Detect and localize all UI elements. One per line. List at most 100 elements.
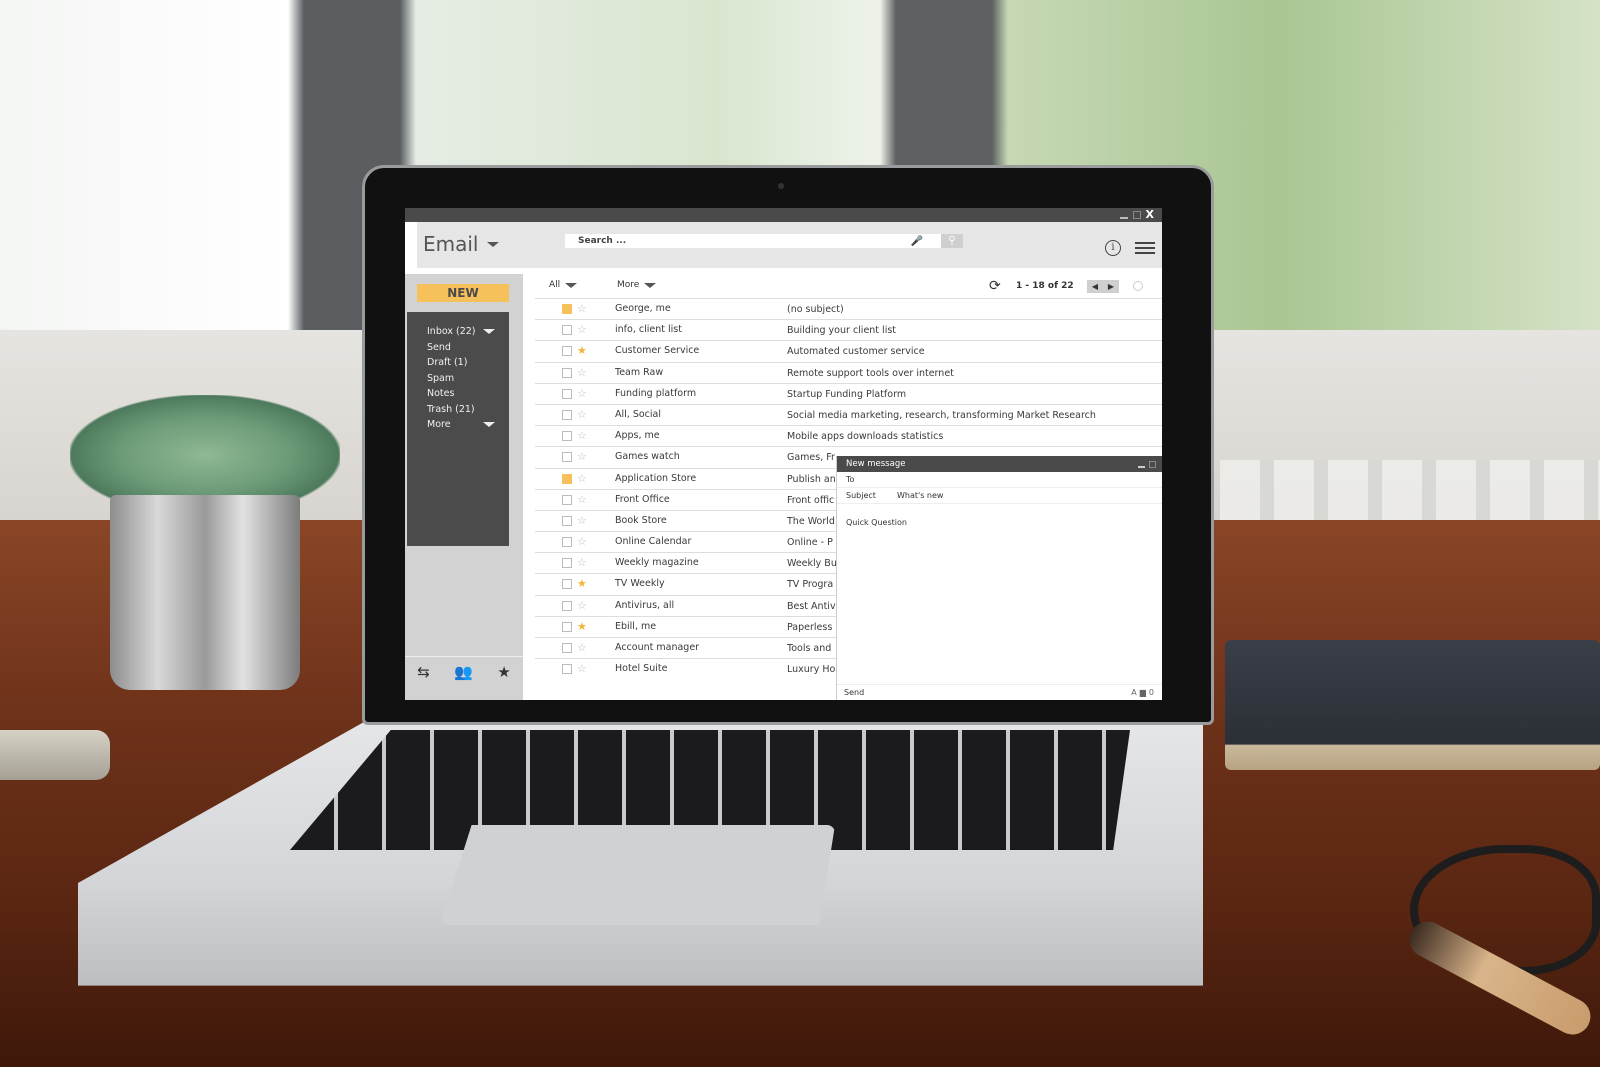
star-icon[interactable]: ☆ xyxy=(577,535,587,548)
row-checkbox[interactable] xyxy=(562,367,572,378)
star-icon[interactable]: ★ xyxy=(577,344,587,357)
star-icon[interactable]: ☆ xyxy=(577,387,587,400)
to-field[interactable]: To xyxy=(837,472,1162,488)
attachment-icon[interactable]: 0 xyxy=(1149,685,1154,700)
send-button[interactable]: Send xyxy=(844,688,864,697)
email-subject: Building your client list xyxy=(787,325,897,337)
chevron-down-icon[interactable] xyxy=(483,422,495,428)
star-icon[interactable]: ☆ xyxy=(577,493,587,506)
info-icon[interactable]: i xyxy=(1105,240,1121,256)
star-icon[interactable]: ☆ xyxy=(577,302,587,315)
star-icon[interactable]: ☆ xyxy=(577,408,587,421)
star-icon[interactable]: ☆ xyxy=(577,514,587,527)
email-subject: Remote support tools over internet xyxy=(787,367,954,379)
sidebar-item-spam[interactable]: Spam xyxy=(427,371,509,387)
email-sender: Ebill, me xyxy=(615,620,657,632)
email-sender: Antivirus, all xyxy=(615,599,675,611)
flag-marker[interactable] xyxy=(562,473,572,484)
row-checkbox[interactable] xyxy=(562,558,572,569)
minimize-icon[interactable] xyxy=(1138,465,1145,468)
star-icon[interactable]: ☆ xyxy=(577,323,587,336)
star-icon[interactable]: ☆ xyxy=(577,556,587,569)
email-sender: Customer Service xyxy=(615,345,700,357)
sidebar-item-draft[interactable]: Draft (1) xyxy=(427,355,509,371)
settings-toggle[interactable] xyxy=(1133,281,1143,291)
chevron-down-icon[interactable] xyxy=(483,329,495,335)
star-icon[interactable]: ☆ xyxy=(577,429,587,442)
next-page-icon[interactable]: ▶ xyxy=(1103,280,1119,293)
maximize-icon[interactable] xyxy=(1132,211,1141,219)
row-checkbox[interactable] xyxy=(562,388,572,399)
folder-list: Inbox (22) Send Draft (1) Spam Notes Tra… xyxy=(407,312,509,546)
email-sender: Funding platform xyxy=(615,387,697,399)
email-row[interactable]: ☆ Apps, me Mobile apps downloads statistic… xyxy=(535,425,1162,446)
text-format-icon[interactable]: A xyxy=(1131,685,1136,700)
email-sender: Hotel Suite xyxy=(615,663,668,675)
star-icon[interactable]: ★ xyxy=(577,577,587,590)
star-icon[interactable]: ★ xyxy=(497,663,510,681)
email-sender: George, me xyxy=(615,303,671,314)
row-checkbox[interactable] xyxy=(562,621,572,632)
flag-marker[interactable] xyxy=(562,304,572,314)
row-checkbox[interactable] xyxy=(562,325,572,336)
row-checkbox[interactable] xyxy=(562,664,572,675)
email-sender: Application Store xyxy=(615,472,697,484)
email-row[interactable]: ☆ Funding platform Startup Funding Platfor… xyxy=(535,382,1162,404)
email-subject: Mobile apps downloads statistics xyxy=(787,431,944,443)
star-icon[interactable]: ☆ xyxy=(577,599,587,612)
email-subject: (no subject) xyxy=(787,304,844,315)
select-all-dropdown[interactable]: All xyxy=(549,280,578,290)
row-checkbox[interactable] xyxy=(562,346,572,357)
email-row[interactable]: ☆ George, me (no subject) xyxy=(535,298,1162,319)
sidebar-item-more[interactable]: More xyxy=(427,417,509,433)
refresh-icon[interactable]: ⟳ xyxy=(989,278,1001,294)
maximize-icon[interactable] xyxy=(1149,460,1156,468)
email-row[interactable]: ☆ Team Raw Remote support tools over inter… xyxy=(535,361,1162,383)
hamburger-menu-icon[interactable] xyxy=(1135,242,1155,254)
message-body[interactable]: Quick Question xyxy=(837,504,1162,541)
previous-page-icon[interactable]: ◀ xyxy=(1087,280,1103,293)
row-checkbox[interactable] xyxy=(562,494,572,505)
app-title-menu[interactable]: Email xyxy=(423,232,499,256)
row-checkbox[interactable] xyxy=(562,515,572,526)
row-checkbox[interactable] xyxy=(562,537,572,548)
contacts-icon[interactable]: 👥 xyxy=(454,663,473,681)
microphone-icon[interactable]: 🎤 xyxy=(911,235,923,249)
email-row[interactable]: ★ Customer Service Automated customer serv… xyxy=(535,340,1162,361)
compose-header: New message xyxy=(837,456,1162,472)
insert-image-icon[interactable]: ▆ xyxy=(1140,685,1146,700)
sidebar-item-notes[interactable]: Notes xyxy=(427,386,509,402)
email-sender: TV Weekly xyxy=(615,578,665,590)
star-icon[interactable]: ☆ xyxy=(577,641,587,654)
row-checkbox[interactable] xyxy=(562,579,572,590)
email-sender: Online Calendar xyxy=(615,536,692,548)
row-checkbox[interactable] xyxy=(562,452,572,463)
row-checkbox[interactable] xyxy=(562,409,572,420)
app-title: Email xyxy=(423,232,479,256)
star-icon[interactable]: ☆ xyxy=(577,472,587,485)
star-icon[interactable]: ★ xyxy=(577,620,587,633)
swap-arrows-icon[interactable]: ⇆ xyxy=(417,663,430,681)
more-dropdown[interactable]: More xyxy=(617,280,657,290)
star-icon[interactable]: ☆ xyxy=(577,450,587,463)
email-sender: Games watch xyxy=(615,451,680,463)
spiral-notebook xyxy=(1225,640,1600,770)
email-sender: Apps, me xyxy=(615,430,660,442)
search-input[interactable]: Search ... 🎤 ⚲ xyxy=(565,234,963,248)
sidebar-item-send[interactable]: Send xyxy=(427,340,509,356)
sidebar-item-inbox[interactable]: Inbox (22) xyxy=(427,324,509,340)
email-row[interactable]: ☆ info, client list Building your client l… xyxy=(535,319,1162,340)
minimize-icon[interactable] xyxy=(1119,217,1128,219)
sidebar-footer: ⇆ 👥 ★ xyxy=(405,656,523,686)
star-icon[interactable]: ☆ xyxy=(577,662,587,675)
row-checkbox[interactable] xyxy=(562,600,572,611)
row-checkbox[interactable] xyxy=(562,431,572,442)
close-icon[interactable]: X xyxy=(1146,208,1154,222)
subject-field[interactable]: Subject What's new xyxy=(837,488,1162,504)
row-checkbox[interactable] xyxy=(562,643,572,653)
star-icon[interactable]: ☆ xyxy=(577,366,587,379)
search-button[interactable]: ⚲ xyxy=(941,234,963,248)
email-row[interactable]: ☆ All, Social Social media marketing, rese… xyxy=(535,403,1162,425)
sidebar-item-trash[interactable]: Trash (21) xyxy=(427,402,509,418)
new-message-button[interactable]: NEW xyxy=(417,284,509,302)
